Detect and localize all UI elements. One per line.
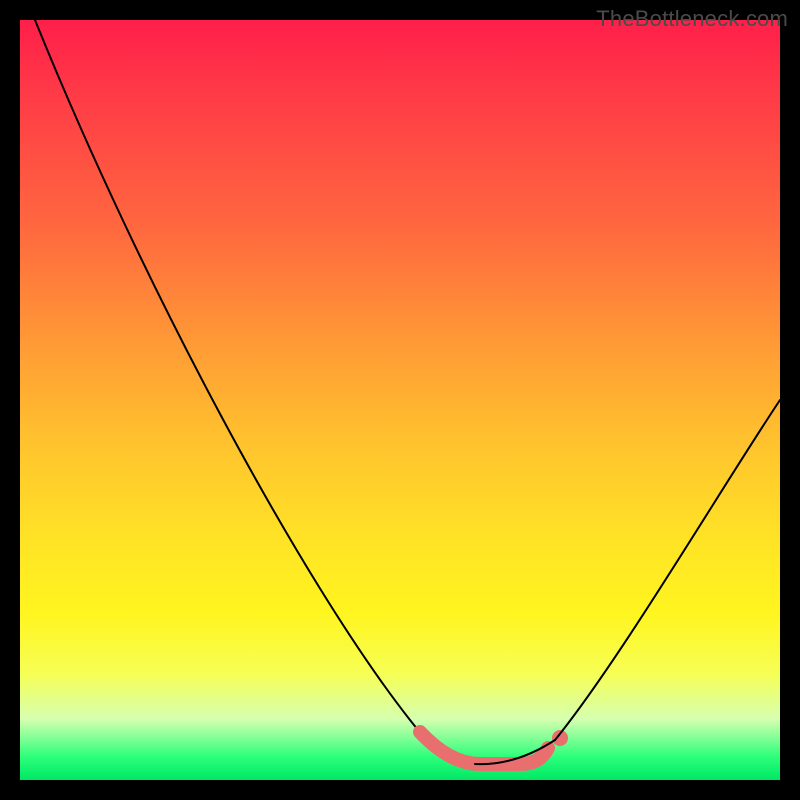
chart-frame: TheBottleneck.com	[0, 0, 800, 800]
curve-left-branch	[35, 20, 475, 764]
curve-right-branch	[555, 400, 780, 740]
watermark-text: TheBottleneck.com	[596, 6, 788, 32]
optimal-zone-highlight	[420, 732, 548, 764]
curve-layer	[20, 20, 780, 780]
plot-area	[20, 20, 780, 780]
